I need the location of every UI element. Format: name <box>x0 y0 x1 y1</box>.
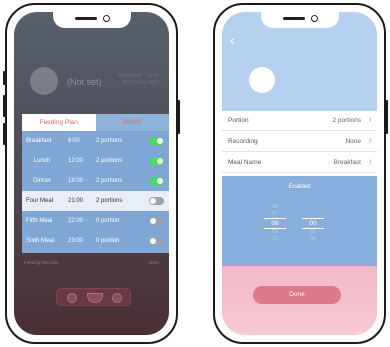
feeding-plan-panel: Feeding Plan Modify Breakfast 8:00 2 porti… <box>22 114 169 253</box>
time-picker-panel: Enabled 06 07 08 09 10 : 00 01 02 <box>222 176 377 266</box>
hour-option: 07 <box>271 211 279 217</box>
meal-row[interactable]: Lunch 12:00 2 portions <box>22 151 169 171</box>
minute-option: 01 <box>309 229 317 235</box>
setting-meal-name-value: Breakfast <box>333 159 361 166</box>
meal-toggle[interactable] <box>149 177 164 185</box>
avatar[interactable] <box>30 67 58 95</box>
meal-list: Breakfast 8:00 2 portions Lunch 12:00 2 porti… <box>22 131 169 251</box>
feeding-records-label: Feeding Records <box>24 260 59 265</box>
profile-meta-line1: Remember : 18:00 <box>117 73 159 79</box>
meal-toggle[interactable] <box>149 197 164 205</box>
hour-wheel[interactable]: 06 07 08 09 10 <box>264 204 286 243</box>
hour-option: 10 <box>271 236 279 242</box>
settings-icon[interactable] <box>112 293 122 303</box>
meal-row[interactable]: Breakfast 8:00 2 portions <box>22 131 169 151</box>
profile-meta: Remember : 18:00 2023.10.xx 3000 <box>118 73 159 87</box>
tab-feeding-plan[interactable]: Feeding Plan <box>22 114 96 131</box>
meal-name: Lunch <box>33 158 51 164</box>
meal-row[interactable]: Dinner 18:00 2 portions <box>22 171 169 191</box>
meal-portions: 2 portions <box>96 158 123 164</box>
meal-toggle[interactable] <box>149 157 164 165</box>
meal-portions: 2 portions <box>96 198 123 204</box>
meal-portions: 0 portion <box>96 238 120 244</box>
setting-portion[interactable]: Portion 2 portions › <box>222 111 377 131</box>
hour-option: 09 <box>271 229 279 235</box>
chevron-right-icon: › <box>368 135 372 146</box>
bowl-icon[interactable] <box>87 293 103 303</box>
minute-wheel[interactable]: 00 01 02 <box>302 204 324 243</box>
tab-modify[interactable]: Modify <box>95 114 169 131</box>
speaker <box>74 17 97 20</box>
done-button[interactable]: Done <box>253 286 341 304</box>
camera <box>310 15 318 22</box>
meal-time: 23:00 <box>68 238 84 244</box>
volume-up-button <box>3 95 6 117</box>
minute-option <box>302 211 324 218</box>
meal-name: Four Meal <box>26 198 54 204</box>
meal-name: Sixth Meal <box>26 238 55 244</box>
meal-row[interactable]: Four Meal 21:00 2 portions <box>22 191 169 211</box>
setting-recording[interactable]: Recording None › <box>222 132 377 152</box>
profile-meta-line2: 2023.10.xx 3000 <box>122 80 159 86</box>
meal-time: 8:00 <box>68 138 80 144</box>
meal-toggle[interactable] <box>149 217 164 225</box>
minute-selected: 00 <box>302 218 324 229</box>
meal-time: 22:00 <box>68 218 84 224</box>
bottom-area: Done <box>222 266 377 335</box>
chevron-right-icon: › <box>368 114 372 125</box>
plan-tabs: Feeding Plan Modify <box>22 114 169 131</box>
hour-selected: 08 <box>264 218 286 229</box>
meal-name: Fifth Meal <box>26 218 53 224</box>
minute-option <box>302 204 324 211</box>
notch <box>260 12 339 28</box>
hour-option: 06 <box>271 204 279 210</box>
volume-down-button <box>3 123 6 145</box>
setting-recording-label: Recording <box>228 138 258 145</box>
setting-meal-name-label: Meal Name <box>228 159 262 166</box>
notch <box>52 12 131 28</box>
power-button <box>177 100 180 134</box>
meal-toggle[interactable] <box>149 137 164 145</box>
profile-name: (Not set) <box>67 77 102 87</box>
chevron-left-icon[interactable]: ‹ <box>230 32 235 48</box>
meal-name: Breakfast <box>26 138 52 144</box>
camera <box>102 15 110 22</box>
setting-portion-label: Portion <box>228 117 249 124</box>
phone-right: ‹ Portion 2 portions › Recording None › … <box>213 3 388 344</box>
meal-toggle[interactable] <box>149 237 164 245</box>
power-button <box>385 100 388 134</box>
time-separator: : <box>292 231 294 237</box>
meal-portions: 2 portions <box>96 178 123 184</box>
enabled-label[interactable]: Enabled <box>222 184 377 190</box>
setting-meal-name[interactable]: Meal Name Breakfast › <box>222 153 377 173</box>
minute-option: 02 <box>309 236 317 242</box>
feed-icon[interactable] <box>67 293 77 303</box>
meal-row[interactable]: Fifth Meal 22:00 0 portion <box>22 211 169 231</box>
meal-portions: 2 portions <box>96 138 123 144</box>
meal-edit-screen: ‹ Portion 2 portions › Recording None › … <box>222 12 377 335</box>
meal-row[interactable]: Sixth Meal 23:00 0 portion <box>22 231 169 251</box>
meal-name: Dinner <box>33 178 51 184</box>
meal-time: 21:00 <box>68 198 84 204</box>
phone-left: (Not set) Remember : 18:00 2023.10.xx 30… <box>3 3 180 344</box>
setting-recording-value: None <box>345 138 361 145</box>
bottom-action-bar <box>56 288 131 306</box>
profile-header: (Not set) Remember : 18:00 2023.10.xx 30… <box>30 67 159 97</box>
mute-switch <box>3 71 6 85</box>
speaker <box>282 17 305 20</box>
chevron-right-icon: › <box>368 156 372 167</box>
setting-portion-value: 2 portions <box>332 117 361 124</box>
meal-time: 18:00 <box>68 178 84 184</box>
meal-time: 12:00 <box>68 158 84 164</box>
meal-image <box>249 67 275 93</box>
feeding-records: Feeding Records More <box>24 260 159 265</box>
feeding-plan-screen: (Not set) Remember : 18:00 2023.10.xx 30… <box>14 12 169 335</box>
meal-portions: 0 portion <box>96 218 120 224</box>
more-link[interactable]: More <box>149 260 159 265</box>
